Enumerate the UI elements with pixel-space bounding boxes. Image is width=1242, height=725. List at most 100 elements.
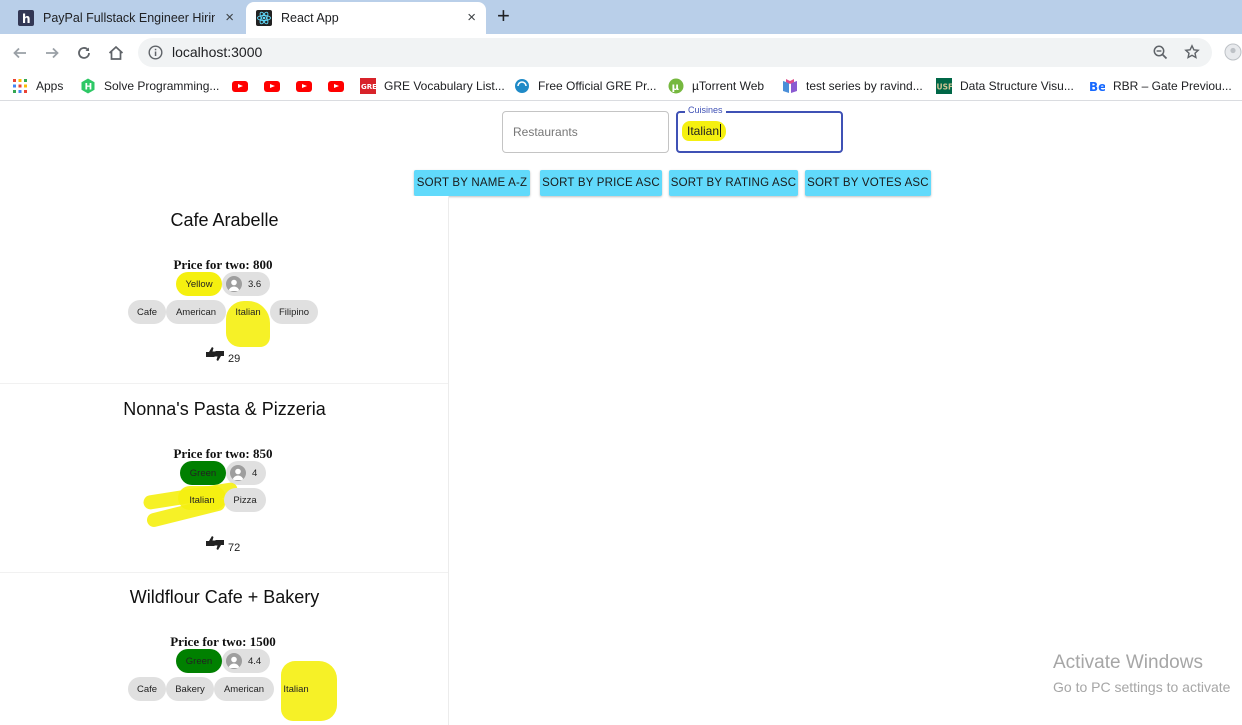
youtube-icon	[296, 78, 312, 94]
behance-icon: Be	[1089, 78, 1105, 94]
svg-text:GRE: GRE	[361, 83, 376, 91]
bookmark-test-series[interactable]: test series by ravind...	[782, 77, 923, 95]
close-tab-icon[interactable]: ×	[467, 10, 476, 25]
text-caret	[720, 124, 722, 137]
votes-count: 29	[228, 353, 241, 365]
test-series-icon	[782, 78, 798, 94]
hackerearth-logo-icon: h	[18, 10, 34, 26]
svg-text:Be: Be	[1089, 80, 1105, 93]
tab-paypal[interactable]: h PayPal Fullstack Engineer Hiring C ×	[10, 2, 244, 34]
cuisine-chip: American	[214, 677, 274, 701]
restaurant-card[interactable]: Cafe Arabelle Price for two: 800 Yellow …	[0, 196, 448, 384]
votes-count: 72	[228, 542, 241, 554]
rating-color-chip: Green	[180, 461, 226, 485]
bookmark-apps[interactable]: Apps	[12, 77, 63, 95]
person-icon	[226, 653, 242, 669]
youtube-icon	[264, 78, 280, 94]
restaurant-name: Wildflour Cafe + Bakery	[129, 587, 320, 607]
activate-windows-watermark: Activate Windows Go to PC settings to ac…	[1053, 652, 1230, 697]
gre-icon: GRE	[360, 78, 376, 94]
restaurant-price: Price for two: 850	[173, 446, 273, 461]
cuisine-chip: Pizza	[224, 488, 266, 512]
rating-chip: 4.4	[222, 649, 270, 673]
usf-icon: USF	[936, 78, 952, 94]
cuisines-search-field[interactable]: Cuisines Italian	[676, 105, 843, 153]
rating-value: 4.4	[248, 655, 262, 667]
watermark-title: Activate Windows	[1053, 652, 1203, 673]
person-icon	[226, 276, 242, 292]
restaurant-price: Price for two: 1500	[170, 634, 276, 649]
rating-color-chip: Yellow	[176, 272, 222, 296]
tab-title: PayPal Fullstack Engineer Hiring C	[43, 11, 215, 25]
reload-icon[interactable]	[74, 43, 94, 63]
ets-icon	[514, 78, 530, 94]
sort-by-votes-button[interactable]: SORT BY VOTES ASC	[805, 170, 931, 196]
bookmark-utorrent[interactable]: µ µTorrent Web	[668, 77, 764, 95]
browser-toolbar: localhost:3000	[0, 34, 1242, 71]
bookmark-label: Apps	[36, 79, 64, 93]
restaurant-name: Cafe Arabelle	[170, 210, 279, 230]
cuisine-chip: Bakery	[166, 677, 214, 701]
cuisines-input-value[interactable]: Italian	[682, 121, 727, 141]
bookmark-youtube-2[interactable]	[264, 77, 288, 95]
restaurant-card[interactable]: Nonna's Pasta & Pizzeria Price for two: …	[0, 385, 448, 573]
bookmark-label: Data Structure Visu...	[960, 79, 1074, 93]
svg-text:USF: USF	[937, 83, 953, 92]
tab-title: React App	[281, 11, 339, 25]
bookmark-label: test series by ravind...	[806, 79, 923, 93]
cuisine-chip: Filipino	[270, 300, 318, 324]
rating-chip: 4	[226, 461, 266, 485]
bookmark-label: GRE Vocabulary List...	[384, 79, 505, 93]
cuisines-value-text: Italian	[687, 124, 720, 138]
utorrent-icon: µ	[668, 78, 684, 94]
hackerrank-icon: H	[80, 78, 96, 94]
bookmark-star-icon[interactable]	[1184, 44, 1200, 65]
bookmark-data-structure[interactable]: USF Data Structure Visu...	[936, 77, 1074, 95]
youtube-icon	[232, 78, 248, 94]
restaurant-card[interactable]: Wildflour Cafe + Bakery Price for two: 1…	[0, 573, 448, 725]
profile-avatar-icon[interactable]	[1224, 43, 1242, 66]
bookmark-hackerrank[interactable]: H Solve Programming...	[80, 77, 219, 95]
thumbs-up-down-icon	[206, 536, 224, 550]
sort-by-price-button[interactable]: SORT BY PRICE ASC	[540, 170, 662, 196]
restaurants-search-field[interactable]: Restaurants	[502, 111, 669, 153]
bookmark-label: µTorrent Web	[692, 79, 765, 93]
watermark-subtitle: Go to PC settings to activate	[1053, 679, 1231, 695]
new-tab-button[interactable]: +	[497, 5, 510, 27]
rating-value: 4	[252, 467, 258, 479]
bookmark-youtube-1[interactable]	[232, 77, 256, 95]
forward-arrow-icon[interactable]	[42, 43, 62, 63]
bookmark-youtube-3[interactable]	[296, 77, 320, 95]
svg-text:H: H	[85, 83, 93, 93]
sort-by-name-button[interactable]: SORT BY NAME A-Z	[414, 170, 530, 196]
home-icon[interactable]	[106, 43, 126, 63]
restaurant-price: Price for two: 800	[173, 257, 273, 272]
bookmark-label: Free Official GRE Pr...	[538, 79, 657, 93]
rating-color-chip: Green	[176, 649, 222, 673]
address-text[interactable]: localhost:3000	[172, 44, 262, 60]
youtube-icon	[328, 78, 344, 94]
bookmark-label: RBR – Gate Previou...	[1113, 79, 1232, 93]
zoom-icon[interactable]	[1153, 45, 1168, 65]
restaurant-name: Nonna's Pasta & Pizzeria	[123, 399, 326, 419]
svg-text:h: h	[22, 12, 31, 26]
bookmarks-bar: Apps H Solve Programming... GRE GRE Voca…	[0, 71, 1242, 101]
bookmark-free-gre[interactable]: Free Official GRE Pr...	[514, 77, 656, 95]
apps-grid-icon	[12, 78, 28, 94]
cuisine-chip: Cafe	[128, 300, 166, 324]
close-tab-icon[interactable]: ×	[225, 10, 234, 25]
bookmark-gre-vocabulary[interactable]: GRE GRE Vocabulary List...	[360, 77, 505, 95]
tab-react-app[interactable]: React App ×	[246, 2, 486, 34]
react-logo-icon	[256, 10, 272, 26]
bookmark-rbr-gate[interactable]: Be RBR – Gate Previou...	[1089, 77, 1232, 95]
cuisine-chip: Italian	[189, 494, 215, 506]
info-icon[interactable]	[148, 45, 163, 65]
rating-chip: 3.6	[222, 272, 270, 296]
cuisine-chip: Cafe	[128, 677, 166, 701]
cuisine-chip: American	[166, 300, 226, 324]
cuisine-chip: Italian	[283, 683, 309, 695]
sort-by-rating-button[interactable]: SORT BY RATING ASC	[669, 170, 798, 196]
back-arrow-icon[interactable]	[10, 43, 30, 63]
address-bar[interactable]: localhost:3000	[138, 38, 1212, 67]
bookmark-youtube-4[interactable]	[328, 77, 352, 95]
